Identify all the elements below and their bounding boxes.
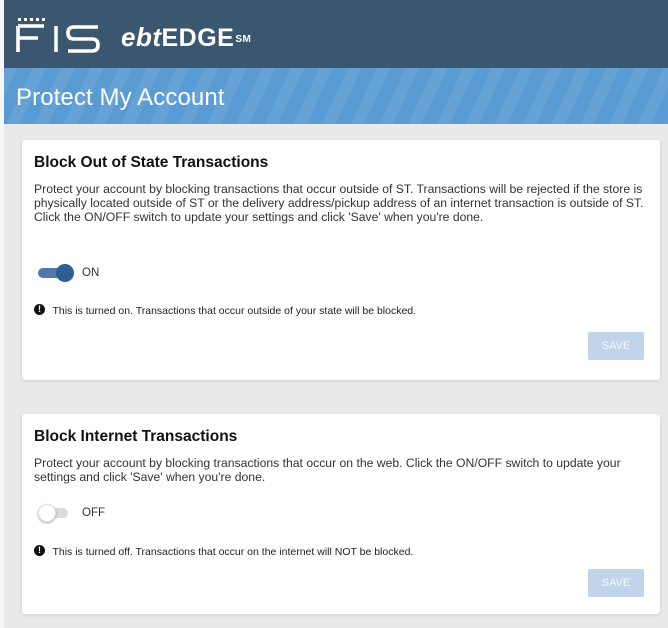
service-mark: SM: [235, 34, 252, 45]
section-description: Protect your account by blocking transac…: [34, 182, 644, 225]
internet-toggle[interactable]: [34, 503, 78, 523]
block-out-of-state-card: Block Out of State Transactions Protect …: [22, 140, 660, 380]
app-frame: ebtEDGESM Protect My Account Block Out o…: [4, 0, 668, 628]
status-notice: ! This is turned off. Transactions that …: [34, 543, 414, 558]
fis-logo-mark: [16, 18, 100, 53]
section-description: Protect your account by blocking transac…: [34, 456, 621, 485]
info-icon: !: [34, 545, 45, 557]
product-name: ebtEDGESM: [121, 22, 251, 53]
notice-text: This is turned on. Transactions that occ…: [52, 304, 417, 317]
product-prefix: ebt: [121, 22, 162, 52]
status-notice: ! This is turned on. Transactions that o…: [34, 302, 417, 317]
out-of-state-toggle[interactable]: [34, 263, 78, 283]
info-icon: !: [34, 304, 45, 316]
page-title: Protect My Account: [16, 84, 225, 111]
page-title-bar: Protect My Account: [4, 68, 668, 124]
block-internet-card: Block Internet Transactions Protect your…: [22, 414, 660, 614]
save-button[interactable]: SAVE: [588, 569, 644, 597]
toggle-state-label: OFF: [82, 507, 105, 519]
notice-text: This is turned off. Transactions that oc…: [52, 545, 414, 558]
save-button[interactable]: SAVE: [588, 332, 644, 360]
toggle-state-label: ON: [82, 267, 100, 279]
toggle-knob: [38, 504, 56, 522]
product-suffix: EDGE: [161, 24, 235, 52]
toggle-knob: [56, 264, 74, 282]
brand-header: ebtEDGESM: [4, 0, 668, 68]
section-title: Block Internet Transactions: [34, 428, 238, 445]
section-title: Block Out of State Transactions: [34, 154, 269, 171]
